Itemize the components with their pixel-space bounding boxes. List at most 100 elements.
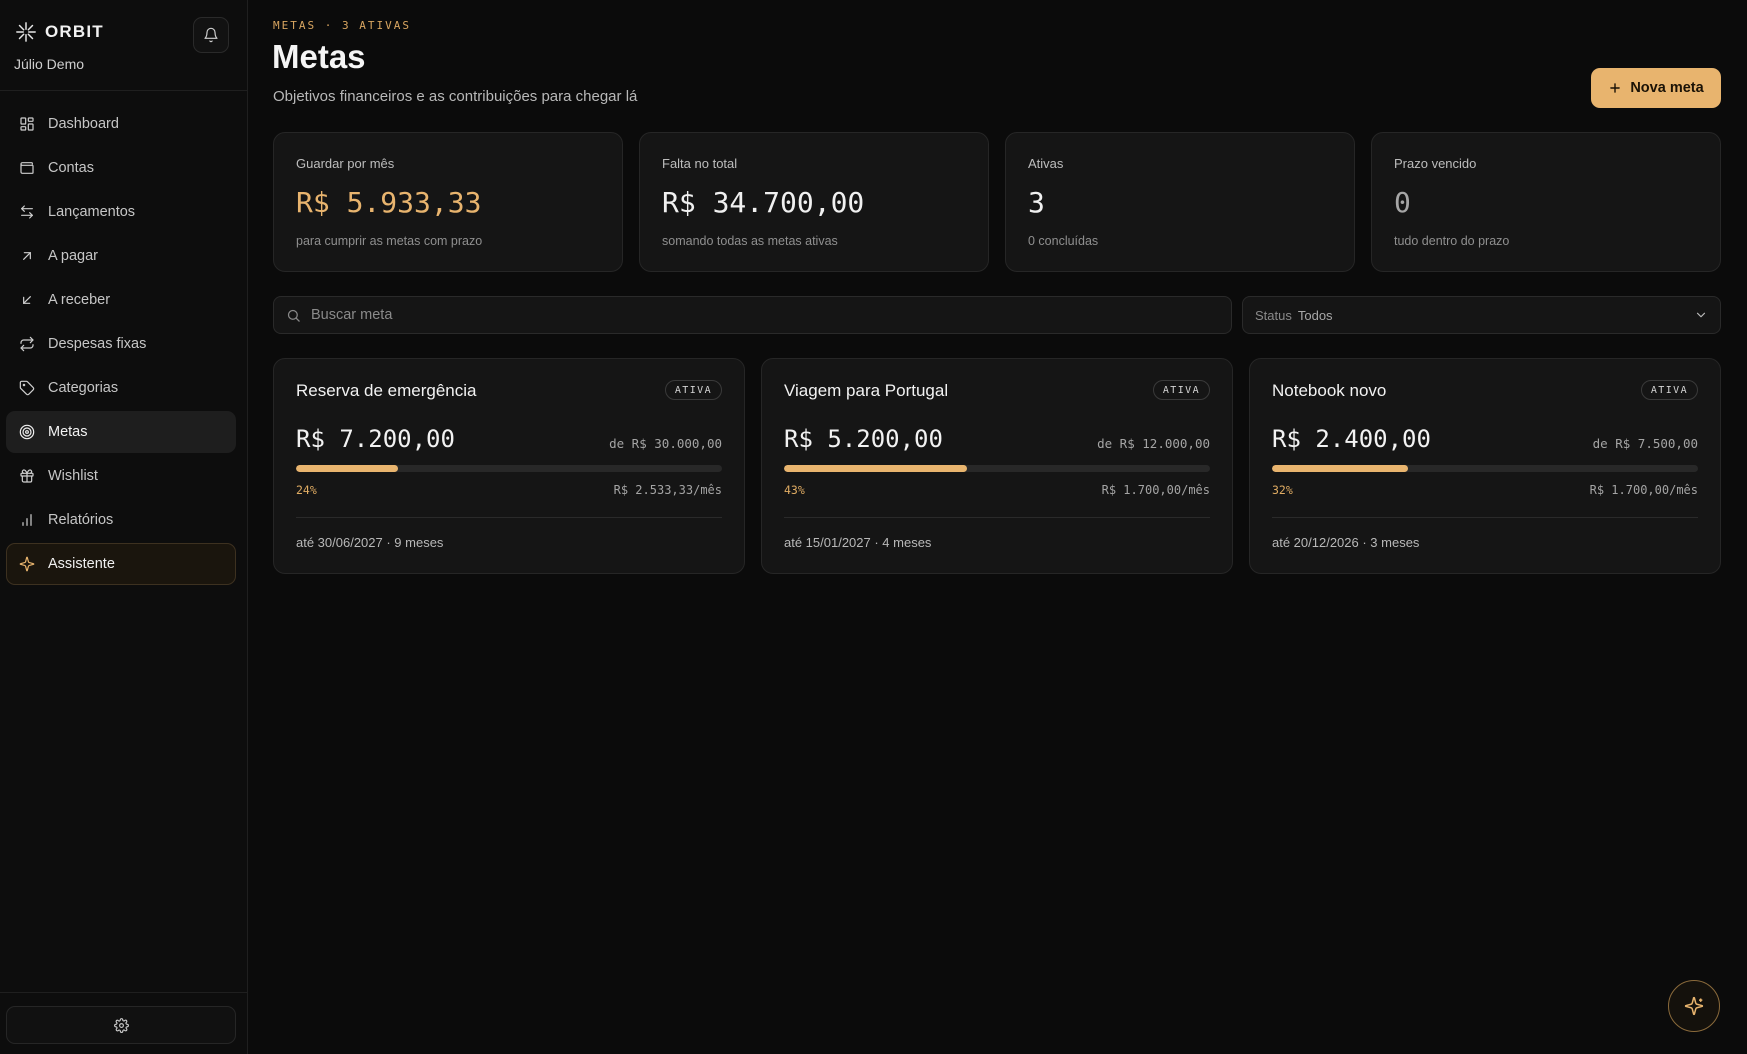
- stat-value: R$ 34.700,00: [662, 186, 865, 219]
- sidebar-item-label: Assistente: [48, 556, 115, 572]
- goal-divider: [1272, 517, 1698, 518]
- assistant-fab-button[interactable]: [1668, 980, 1720, 1032]
- goal-target: de R$ 12.000,00: [1097, 436, 1210, 451]
- goal-monthly: R$ 2.533,33/mês: [613, 483, 722, 497]
- sidebar-footer-divider: [0, 992, 248, 993]
- goal-name: Viagem para Portugal: [784, 381, 949, 400]
- stat-label: Falta no total: [662, 156, 738, 171]
- arrows-left-right-icon: [21, 205, 33, 219]
- stat-value: 3: [1028, 186, 1045, 219]
- stat-note: somando todas as metas ativas: [662, 234, 838, 248]
- page-eyebrow: METAS · 3 ATIVAS: [273, 19, 411, 32]
- new-goal-button[interactable]: Nova meta: [1591, 68, 1721, 108]
- sidebar: ORBIT Júlio Demo Dashboard Contas Lançam…: [0, 0, 248, 1054]
- sidebar-item-label: A receber: [48, 292, 111, 308]
- goal-target: de R$ 7.500,00: [1592, 436, 1698, 451]
- goal-card[interactable]: Notebook novo ATIVA R$ 2.400,00 de R$ 7.…: [1249, 358, 1721, 574]
- bar-chart-icon: [22, 514, 32, 526]
- goal-progress-bar: [1272, 465, 1698, 472]
- stat-label: Ativas: [1028, 156, 1064, 171]
- sidebar-item-a-pagar[interactable]: A pagar: [6, 235, 236, 277]
- repeat-icon: [20, 336, 34, 352]
- sidebar-item-a-receber[interactable]: A receber: [6, 279, 236, 321]
- sidebar-item-lancamentos[interactable]: Lançamentos: [6, 191, 236, 233]
- user-name: Júlio Demo: [14, 56, 85, 72]
- status-select[interactable]: Status Todos: [1242, 296, 1721, 334]
- sidebar-item-contas[interactable]: Contas: [6, 147, 236, 189]
- sidebar-item-assistente[interactable]: Assistente: [6, 543, 236, 585]
- tag-icon: [19, 380, 35, 396]
- orbit-logo-icon: [16, 22, 36, 42]
- status-badge: ATIVA: [664, 380, 722, 400]
- target-icon: [19, 424, 35, 440]
- sidebar-item-label: Lançamentos: [48, 204, 136, 220]
- sidebar-item-despesas-fixas[interactable]: Despesas fixas: [6, 323, 236, 365]
- goal-due: até 20/12/2026 · 3 meses: [1272, 535, 1420, 550]
- status-badge: ATIVA: [1152, 380, 1210, 400]
- gear-icon: [113, 1017, 129, 1033]
- sparkles-icon: [1684, 996, 1704, 1016]
- stat-card-monthly: Guardar por mês R$ 5.933,33 para cumprir…: [273, 132, 623, 272]
- goal-amount: R$ 5.200,00: [784, 425, 943, 453]
- sidebar-item-dashboard[interactable]: Dashboard: [6, 103, 236, 145]
- sidebar-item-label: Categorias: [48, 380, 119, 396]
- goal-due: até 15/01/2027 · 4 meses: [784, 535, 932, 550]
- search-box: [273, 296, 1232, 334]
- sidebar-item-categorias[interactable]: Categorias: [6, 367, 236, 409]
- goal-card[interactable]: Viagem para Portugal ATIVA R$ 5.200,00 d…: [761, 358, 1233, 574]
- chevron-down-icon: [1696, 312, 1706, 318]
- goal-target: de R$ 30.000,00: [609, 436, 722, 451]
- goal-percent: 32%: [1272, 483, 1293, 497]
- settings-button[interactable]: [6, 1006, 236, 1044]
- notifications-button[interactable]: [193, 17, 229, 53]
- goal-divider: [784, 517, 1210, 518]
- arrow-down-left-icon: [23, 296, 31, 304]
- goal-progress-fill: [784, 465, 968, 472]
- brand[interactable]: ORBIT: [15, 21, 104, 43]
- goal-monthly: R$ 1.700,00/mês: [1589, 483, 1698, 497]
- sidebar-item-metas[interactable]: Metas: [6, 411, 236, 453]
- sidebar-item-wishlist[interactable]: Wishlist: [6, 455, 236, 497]
- sidebar-item-label: Metas: [48, 424, 88, 440]
- stat-note: tudo dentro do prazo: [1394, 234, 1510, 248]
- goal-amount: R$ 7.200,00: [296, 425, 455, 453]
- goal-progress-fill: [1272, 465, 1409, 472]
- stat-card-remaining: Falta no total R$ 34.700,00 somando toda…: [639, 132, 989, 272]
- new-goal-label: Nova meta: [1630, 80, 1704, 96]
- sidebar-item-relatorios[interactable]: Relatórios: [6, 499, 236, 541]
- status-value: Todos: [1297, 307, 1333, 323]
- status-badge: ATIVA: [1640, 380, 1698, 400]
- goal-progress-bar: [296, 465, 722, 472]
- page-title: Metas: [272, 38, 366, 75]
- goal-name: Notebook novo: [1272, 381, 1387, 400]
- goal-card[interactable]: Reserva de emergência ATIVA R$ 7.200,00 …: [273, 358, 745, 574]
- plus-icon: [1610, 83, 1621, 93]
- sidebar-item-label: Relatórios: [48, 512, 114, 528]
- sidebar-item-label: A pagar: [48, 248, 98, 264]
- sidebar-divider: [0, 90, 248, 91]
- gift-icon: [20, 469, 34, 483]
- goal-name: Reserva de emergência: [296, 381, 477, 400]
- sidebar-item-label: Wishlist: [48, 468, 98, 484]
- wallet-icon: [20, 162, 34, 174]
- stat-note: 0 concluídas: [1028, 234, 1099, 248]
- search-icon: [287, 309, 300, 322]
- stat-card-active: Ativas 3 0 concluídas: [1005, 132, 1355, 272]
- goal-amount: R$ 2.400,00: [1272, 425, 1431, 453]
- goal-percent: 24%: [296, 483, 317, 497]
- stat-note: para cumprir as metas com prazo: [296, 234, 483, 248]
- grid-icon: [20, 117, 34, 131]
- stat-label: Prazo vencido: [1394, 156, 1477, 171]
- page-subtitle: Objetivos financeiros e as contribuições…: [273, 88, 638, 105]
- bell-icon: [204, 27, 218, 43]
- goal-due: até 30/06/2027 · 9 meses: [296, 535, 444, 550]
- sidebar-nav: Dashboard Contas Lançamentos A pagar A r…: [6, 103, 236, 587]
- goal-monthly: R$ 1.700,00/mês: [1101, 483, 1210, 497]
- goal-percent: 43%: [784, 483, 805, 497]
- goal-divider: [296, 517, 722, 518]
- sidebar-item-label: Dashboard: [48, 116, 119, 132]
- stat-value: 0: [1394, 186, 1411, 219]
- search-input[interactable]: [311, 307, 1231, 323]
- brand-row: ORBIT: [15, 17, 229, 55]
- stat-label: Guardar por mês: [296, 156, 395, 171]
